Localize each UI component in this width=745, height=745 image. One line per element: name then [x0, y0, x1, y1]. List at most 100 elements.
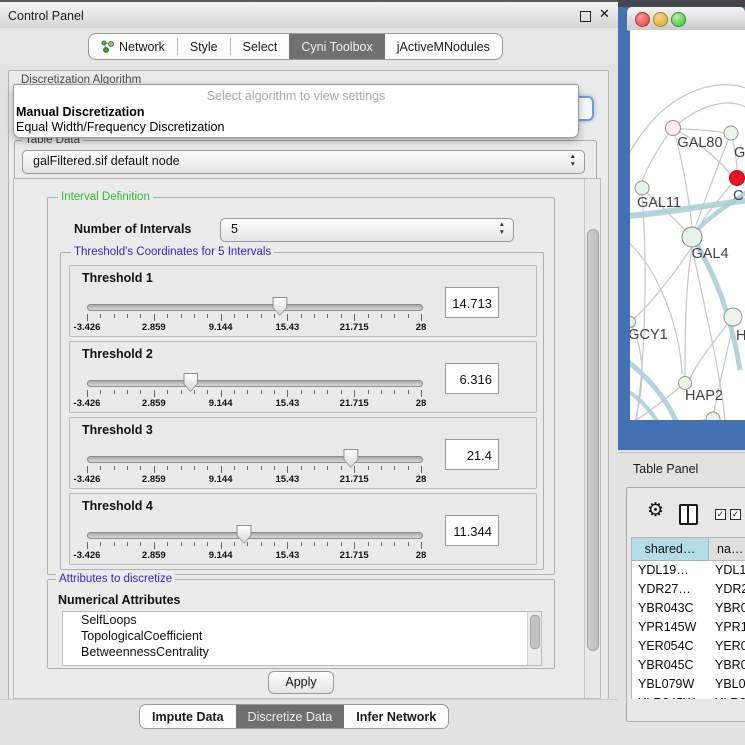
node-label-h: H [736, 328, 745, 344]
cell-name[interactable]: YBR0 [709, 599, 745, 618]
network-node-gal80[interactable] [666, 121, 681, 136]
attributes-list-scrollbar[interactable] [527, 612, 541, 665]
tab-impute-data[interactable]: Impute Data [140, 705, 236, 728]
network-node[interactable] [724, 308, 742, 326]
threshold-slider[interactable]: -3.4262.8599.14415.4321.71528 [87, 454, 421, 484]
threshold-block-4: Threshold 4-3.4262.8599.14415.4321.71528… [69, 493, 537, 565]
cell-name[interactable]: YDL1 [709, 561, 745, 580]
table-body: YDL19…YDL1YDR27…YDR2YBR043CYBR0YPR145WYP… [632, 561, 745, 699]
table-panel-titlebar: Table Panel [618, 452, 745, 487]
tab-jactivemnodules[interactable]: jActiveMNodules [385, 34, 502, 59]
attribute-item-selfloops[interactable]: SelfLoops [63, 612, 541, 628]
tab-style[interactable]: Style [178, 34, 230, 59]
algorithm-option-equal-width-frequency-discretization[interactable]: Equal Width/Frequency Discretization [16, 120, 224, 134]
cell-shared-name[interactable]: YBR043C [632, 599, 709, 618]
cell-shared-name[interactable]: YER054C [632, 637, 709, 656]
cell-name[interactable]: YLR3 [709, 694, 745, 699]
network-window-titlebar[interactable] [627, 7, 745, 31]
cell-shared-name[interactable]: YLR345W [632, 694, 709, 699]
cell-shared-name[interactable]: YPR145W [632, 618, 709, 637]
node-label-gal80: GAL80 [677, 135, 722, 151]
table-panel-toolbar: ⚙ ✓ ✓ [627, 488, 745, 535]
number-of-intervals-combobox[interactable]: 5 ▲▼ [220, 218, 514, 242]
threshold-value-field[interactable]: 11.344 [445, 515, 499, 546]
threshold-slider[interactable]: -3.4262.8599.14415.4321.71528 [87, 530, 421, 560]
table-header-row: shared…na… [632, 538, 745, 561]
table-row[interactable]: YDR27…YDR2 [632, 580, 745, 599]
apply-button[interactable]: Apply [268, 671, 334, 694]
network-canvas[interactable]: GAL80GACGAL11GAL4GCY1HHAP2 [630, 30, 745, 420]
slider-tick-labels: -3.4262.8599.14415.4321.71528 [87, 550, 421, 562]
tab-cyni-toolbox[interactable]: Cyni Toolbox [289, 34, 384, 59]
network-edge [685, 247, 692, 376]
cell-shared-name[interactable]: YDR27… [632, 580, 709, 599]
close-traffic-light-icon[interactable] [635, 12, 650, 27]
table-data-combobox[interactable]: galFiltered.sif default node ▲▼ [22, 150, 585, 174]
table-row[interactable]: YDL19…YDL1 [632, 561, 745, 580]
bottom-tab-bar: Impute DataDiscretize DataInfer Network [139, 704, 449, 729]
table-row[interactable]: YLR345WYLR3 [632, 694, 745, 699]
table-row[interactable]: YBR045CYBR0 [632, 656, 745, 675]
tab-discretize-data[interactable]: Discretize Data [236, 705, 345, 728]
threshold-value-field[interactable]: 21.4 [445, 439, 499, 470]
slider-track[interactable] [87, 532, 423, 539]
minimize-traffic-light-icon[interactable] [653, 12, 668, 27]
node-label-ga: GA [734, 145, 745, 161]
tab-infer-network[interactable]: Infer Network [344, 705, 448, 728]
network-node[interactable] [724, 126, 738, 140]
threshold-value-field[interactable]: 14.713 [445, 287, 499, 318]
threshold-slider[interactable]: -3.4262.8599.14415.4321.71528 [87, 302, 421, 332]
node-attribute-table[interactable]: shared…na… YDL19…YDL1YDR27…YDR2YBR043CYB… [631, 537, 745, 699]
gear-icon[interactable]: ⚙ [647, 500, 664, 520]
cell-name[interactable]: YER0 [709, 637, 745, 656]
network-graph[interactable]: GAL80GACGAL11GAL4GCY1HHAP2 [630, 30, 745, 420]
table-row[interactable]: YPR145WYPR1 [632, 618, 745, 637]
slider-ticks [87, 466, 421, 474]
tab-select[interactable]: Select [231, 34, 290, 59]
threshold-value-field[interactable]: 6.316 [445, 363, 499, 394]
numerical-attributes-list[interactable]: SelfLoopsTopologicalCoefficientBetweenne… [62, 611, 542, 666]
window-top-edge [618, 0, 745, 7]
tab-network[interactable]: Network [89, 34, 177, 59]
slider-track[interactable] [87, 380, 423, 387]
slider-track[interactable] [87, 304, 423, 311]
algorithm-option-manual-discretization[interactable]: Manual Discretization [16, 105, 145, 119]
slider-tick-labels: -3.4262.8599.14415.4321.71528 [87, 398, 421, 410]
cell-name[interactable]: YBR0 [709, 656, 745, 675]
network-node[interactable] [730, 171, 745, 186]
table-row[interactable]: YBL079WYBL0 [632, 675, 745, 694]
cell-shared-name[interactable]: YDL19… [632, 561, 709, 580]
network-node-gal11[interactable] [635, 181, 649, 195]
checkbox-icon[interactable]: ✓ [730, 509, 741, 520]
cell-shared-name[interactable]: YBR045C [632, 656, 709, 675]
table-row[interactable]: YER054CYER0 [632, 637, 745, 656]
interval-definition-group: Interval Definition Number of Intervals … [47, 197, 555, 575]
stepper-arrows-icon: ▲▼ [570, 153, 576, 169]
split-columns-icon[interactable] [679, 504, 698, 525]
numerical-attributes-label: Numerical Attributes [58, 593, 180, 607]
attribute-item-topologicalcoefficient[interactable]: TopologicalCoefficient [63, 628, 541, 644]
network-node-gal4[interactable] [682, 227, 702, 247]
attribute-item-betweennesscentrality[interactable]: BetweennessCentrality [63, 644, 541, 660]
attributes-group: Attributes to discretize Numerical Attri… [47, 579, 555, 669]
table-row[interactable]: YBR043CYBR0 [632, 599, 745, 618]
network-node[interactable] [706, 412, 720, 420]
threshold-slider[interactable]: -3.4262.8599.14415.4321.71528 [87, 378, 421, 408]
close-icon[interactable]: ✕ [599, 7, 610, 22]
zoom-traffic-light-icon[interactable] [671, 12, 686, 27]
slider-track[interactable] [87, 456, 423, 463]
scrollbar-thumb[interactable] [587, 229, 599, 651]
threshold-block-1: Threshold 1-3.4262.8599.14415.4321.71528… [69, 265, 537, 337]
column-header-shared-[interactable]: shared… [632, 538, 709, 561]
cell-name[interactable]: YDR2 [709, 580, 745, 599]
column-header-na-[interactable]: na… [709, 538, 745, 561]
cell-name[interactable]: YPR1 [709, 618, 745, 637]
float-window-icon[interactable] [580, 11, 591, 22]
checkbox-icon[interactable]: ✓ [715, 509, 726, 520]
cell-name[interactable]: YBL0 [709, 675, 745, 694]
cell-shared-name[interactable]: YBL079W [632, 675, 709, 694]
vertical-scrollbar[interactable] [584, 179, 600, 698]
slider-ticks [87, 542, 421, 550]
node-label-hap2: HAP2 [685, 388, 723, 404]
threshold-label: Threshold 3 [82, 423, 153, 437]
